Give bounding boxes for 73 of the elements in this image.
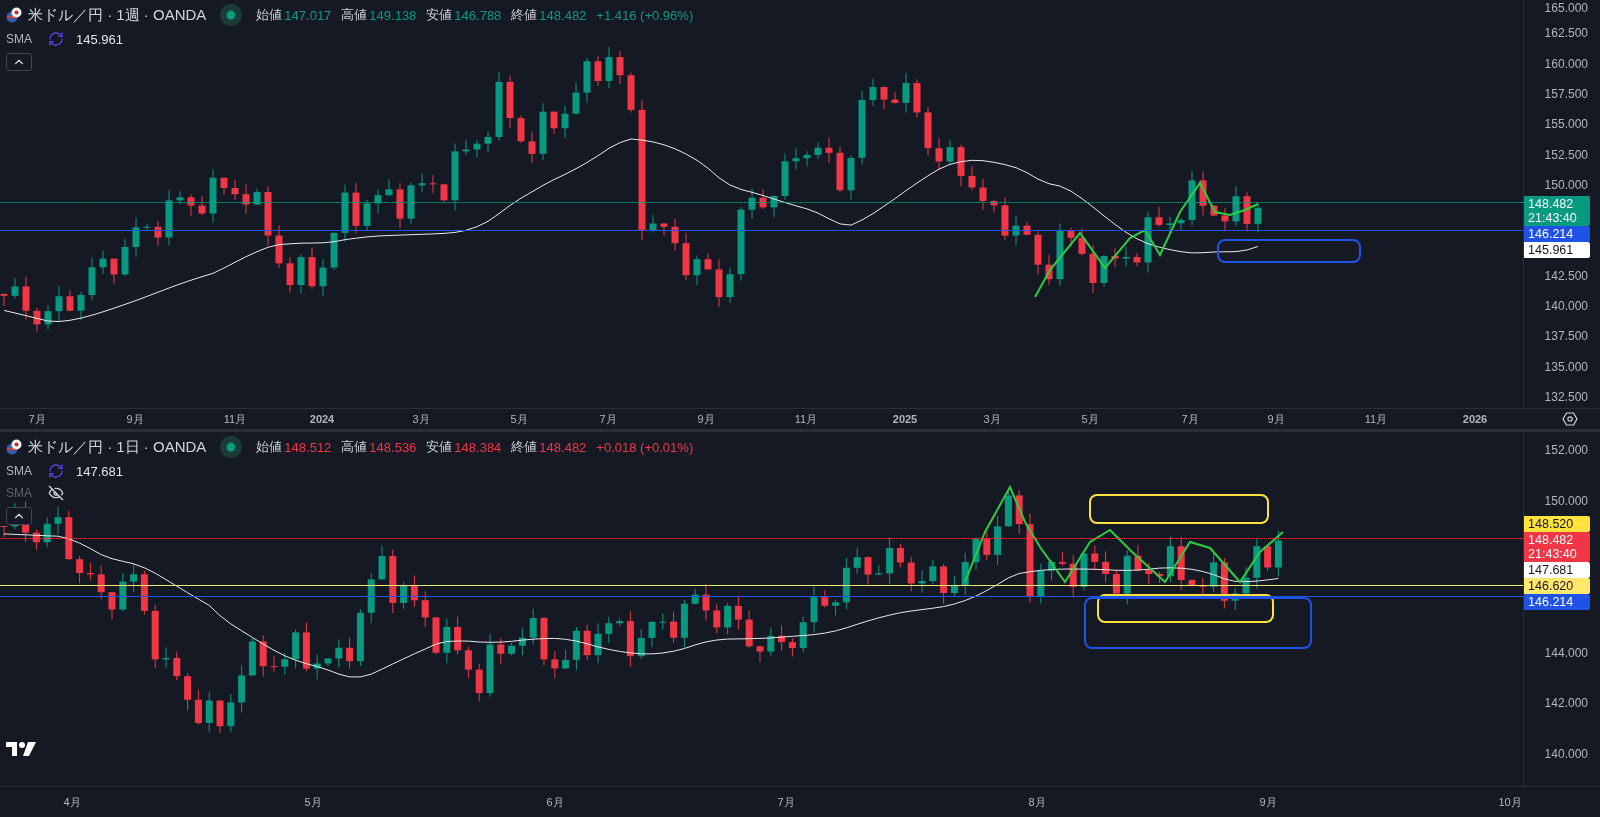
- price-tick: 140.000: [1544, 746, 1588, 761]
- time-tick: 11月: [1364, 411, 1388, 427]
- indicator-value: 145.961: [76, 31, 123, 47]
- price-tick: 144.000: [1544, 645, 1588, 660]
- time-tick: 9月: [1267, 411, 1285, 427]
- price-tick: 137.500: [1544, 329, 1588, 344]
- time-tick: 5月: [510, 411, 528, 427]
- price-tick: 132.500: [1544, 389, 1588, 404]
- price-label: 146.214: [1524, 226, 1591, 242]
- ohlc-value: 148.536: [369, 439, 417, 455]
- price-label: 148.482 21:43:40: [1524, 532, 1591, 562]
- price-label: 146.620: [1524, 578, 1591, 594]
- time-tick: 2024: [309, 413, 335, 425]
- time-tick: 4月: [63, 794, 81, 810]
- price-label: 148.520: [1524, 516, 1591, 532]
- price-label: 148.482 21:43:40: [1524, 196, 1591, 226]
- price-tick: 152.500: [1544, 147, 1588, 162]
- time-tick: 5月: [1081, 411, 1099, 427]
- ohlc-value: 148.482: [539, 7, 587, 23]
- ohlc-value: 148.512: [284, 439, 332, 455]
- price-tick: 150.000: [1544, 493, 1588, 508]
- price-tick: 162.500: [1544, 26, 1588, 41]
- indicator-name: SMA: [6, 464, 32, 478]
- ohlc-value: 148.384: [454, 439, 502, 455]
- ohlc-label: 始値: [256, 6, 283, 24]
- time-tick: 9月: [126, 411, 144, 427]
- price-label: 147.681: [1524, 562, 1591, 578]
- indicator-value: 147.681: [76, 463, 123, 479]
- time-tick: 6月: [546, 794, 564, 810]
- price-tick: 165.000: [1544, 1, 1588, 15]
- price-tick: 152.000: [1544, 443, 1588, 457]
- time-tick: 11月: [794, 411, 818, 427]
- ohlc-label: 安値: [426, 6, 453, 24]
- time-tick: 2025: [892, 413, 918, 425]
- time-tick: 3月: [412, 411, 430, 427]
- price-tick: 142.500: [1544, 268, 1588, 283]
- price-change: +0.018 (+0.01%): [596, 439, 694, 455]
- symbol-title: 米ドル／円 · 1日 · OANDA: [28, 437, 207, 457]
- time-tick: 10月: [1498, 794, 1522, 810]
- indicator-name: SMA: [6, 486, 32, 500]
- price-tick: 160.000: [1544, 56, 1588, 71]
- ohlc-value: 147.017: [284, 7, 332, 23]
- ohlc-label: 高値: [341, 438, 368, 456]
- ohlc-label: 始値: [256, 438, 283, 456]
- price-tick: 135.000: [1544, 359, 1588, 374]
- time-tick: 5月: [304, 794, 322, 810]
- price-tick: 140.000: [1544, 299, 1588, 313]
- price-change: +1.416 (+0.96%): [596, 7, 694, 23]
- time-tick: 8月: [1028, 794, 1046, 810]
- price-label: 145.961: [1524, 242, 1591, 258]
- time-tick: 11月: [223, 411, 247, 427]
- time-tick: 7月: [1181, 411, 1199, 427]
- time-tick: 7月: [28, 411, 46, 427]
- time-tick: 9月: [1259, 794, 1277, 810]
- ohlc-label: 終値: [511, 6, 538, 24]
- ohlc-value: 146.788: [454, 7, 502, 23]
- ohlc-value: 148.482: [539, 439, 587, 455]
- ohlc-label: 高値: [341, 6, 368, 24]
- indicator-name: SMA: [6, 32, 32, 46]
- ohlc-label: 終値: [511, 438, 538, 456]
- time-tick: 7月: [599, 411, 617, 427]
- time-tick: 3月: [983, 411, 1001, 427]
- time-tick: 7月: [777, 794, 795, 810]
- price-tick: 157.500: [1544, 86, 1588, 101]
- ohlc-label: 安値: [426, 438, 453, 456]
- price-tick: 155.000: [1544, 117, 1588, 132]
- price-tick: 142.000: [1544, 696, 1588, 711]
- symbol-title: 米ドル／円 · 1週 · OANDA: [28, 5, 207, 25]
- ohlc-value: 149.138: [369, 7, 417, 23]
- time-tick: 2026: [1462, 413, 1488, 425]
- price-label: 146.214: [1524, 594, 1591, 610]
- price-tick: 150.000: [1544, 177, 1588, 192]
- time-tick: 9月: [697, 411, 715, 427]
